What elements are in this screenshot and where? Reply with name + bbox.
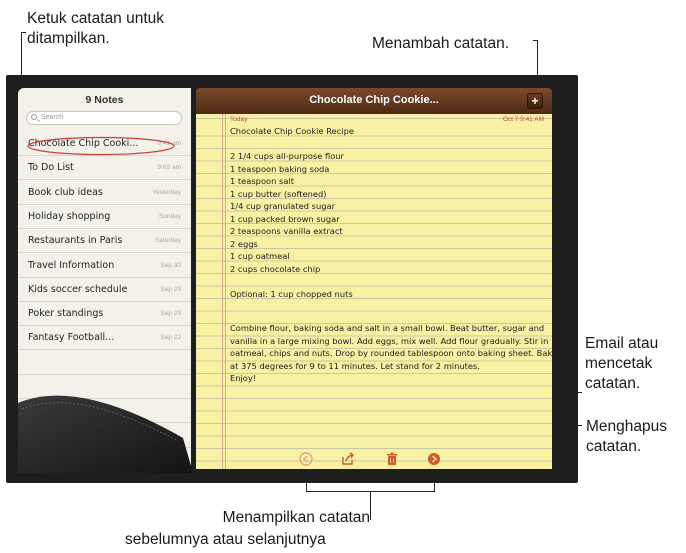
note-text-line: Chocolate Chip Cookie Recipe — [230, 126, 354, 136]
note-title: Chocolate Chip Cookie... — [309, 94, 439, 106]
note-item-date: Sep 29 — [160, 285, 181, 293]
note-text-line: 1 cup butter (softened) — [230, 188, 327, 199]
note-text-line: Combine flour, baking soda and salt in a… — [230, 323, 545, 333]
note-text-line: 2 teaspoons vanilla extract — [230, 226, 343, 236]
note-text-line: vanilla in a large mixing bowl. Add eggs… — [230, 335, 549, 346]
note-date-label: Today — [230, 116, 248, 123]
callout-tap-note: Ketuk catatan untuk ditampilkan. — [27, 9, 164, 49]
note-item-title: Poker standings — [28, 308, 104, 320]
note-item-date: Sep 29 — [160, 310, 181, 318]
search-icon — [31, 114, 37, 120]
callout-email-print: Email atau mencetak catatan. — [585, 334, 658, 394]
callout-add-note-text: Menambah catatan. — [372, 35, 510, 52]
share-icon[interactable] — [341, 452, 355, 466]
callout-email-line1: Email atau — [585, 335, 659, 352]
callout-delete-line1: Menghapus — [586, 418, 668, 435]
note-text-line: 1/4 cup granulated sugar — [230, 201, 335, 211]
leader-tap-top — [21, 32, 26, 33]
note-item-title: Travel Information — [28, 259, 115, 271]
leather-pocket-decoration — [18, 395, 193, 473]
search-input[interactable]: Search — [26, 111, 182, 125]
note-item-date: Yesterday — [152, 188, 181, 196]
note-text-line: Optional: 1 cup chopped nuts — [230, 288, 353, 299]
callout-delete-note: Menghapus catatan. — [586, 417, 667, 457]
note-text-line: Enjoy! — [230, 373, 257, 383]
paper-margin-line-2 — [225, 114, 226, 469]
note-item-title: Book club ideas — [28, 186, 103, 198]
empty-list-row — [18, 351, 191, 375]
note-item-title: To Do List — [28, 162, 74, 174]
leader-add-top — [533, 40, 538, 41]
note-item-date: Sep 30 — [160, 261, 181, 269]
note-text-line: 2 eggs — [230, 238, 258, 249]
note-item-title: Kids soccer schedule — [28, 283, 128, 295]
note-text-line: 2 cups chocolate chip — [230, 263, 321, 274]
note-item-date: 9:02 am — [157, 164, 182, 172]
note-item-title: Restaurants in Paris — [28, 235, 123, 247]
note-item-date: Saturday — [154, 237, 181, 245]
note-text-line: 1 cup oatmeal — [230, 251, 290, 261]
notes-list-item[interactable]: Poker standings Sep 29 — [18, 302, 191, 327]
note-text-line: 1 teaspoon baking soda — [230, 163, 330, 174]
note-text-line: oatmeal, chips and nuts. Drop by rounded… — [230, 348, 552, 358]
trash-icon[interactable] — [385, 452, 399, 466]
paper-margin-line — [222, 114, 223, 469]
notes-list-item[interactable]: Holiday shopping Sunday — [18, 205, 191, 229]
note-item-date: Sunday — [158, 212, 181, 220]
search-placeholder: Search — [41, 114, 64, 121]
note-text-line: 1 cup packed brown sugar — [230, 213, 340, 224]
callout-tap-note-line1: Ketuk catatan untuk — [27, 10, 165, 27]
callout-prev-next-line2: sebelumnya atau selanjutnya — [125, 531, 326, 548]
selection-highlight-ellipse — [27, 136, 175, 156]
notes-list-item[interactable]: Book club ideas Yesterday — [18, 181, 191, 205]
callout-add-note: Menambah catatan. — [372, 34, 509, 54]
note-text-line: at 375 degrees for 9 to 11 minutes. Let … — [230, 360, 480, 371]
next-arrow-icon[interactable] — [427, 452, 441, 466]
note-item-title: Fantasy Football... — [28, 332, 115, 344]
notes-list-item[interactable]: Kids soccer schedule Sep 29 — [18, 278, 191, 302]
notes-count-title: 9 Notes — [85, 94, 124, 106]
callout-prev-next-line1: Menampilkan catatan — [222, 509, 370, 526]
note-item-date: Sep 22 — [160, 334, 181, 342]
leader-prevnext-center — [370, 491, 371, 520]
note-header-bar: Chocolate Chip Cookie... + — [196, 88, 552, 114]
note-text-line: 2 1/4 cups all-purpose flour — [230, 151, 344, 161]
notes-list-item[interactable]: Restaurants in Paris Saturday — [18, 229, 191, 254]
callout-email-line3: catatan. — [585, 375, 641, 392]
note-paper[interactable]: Today Oct 7 9:41 AM Chocolate Chip Cooki… — [196, 114, 552, 469]
notes-list-item[interactable]: Travel Information Sep 30 — [18, 254, 191, 278]
callout-prev-next-2: sebelumnya atau selanjutnya — [125, 530, 326, 550]
note-text-line: 1 teaspoon salt — [230, 176, 294, 186]
callout-delete-line2: catatan. — [586, 438, 642, 455]
callout-prev-next: Menampilkan catatan — [170, 508, 370, 528]
add-note-button[interactable]: + — [527, 93, 543, 109]
note-item-title: Holiday shopping — [28, 210, 111, 222]
note-date: Oct 7 9:41 AM — [502, 116, 544, 123]
notes-list-item[interactable]: Fantasy Football... Sep 22 — [18, 326, 191, 351]
callout-email-line2: mencetak — [585, 355, 653, 372]
callout-tap-note-line2: ditampilkan. — [27, 30, 110, 47]
previous-arrow-icon[interactable] — [299, 452, 313, 466]
notes-list-item[interactable]: To Do List 9:02 am — [18, 156, 191, 181]
